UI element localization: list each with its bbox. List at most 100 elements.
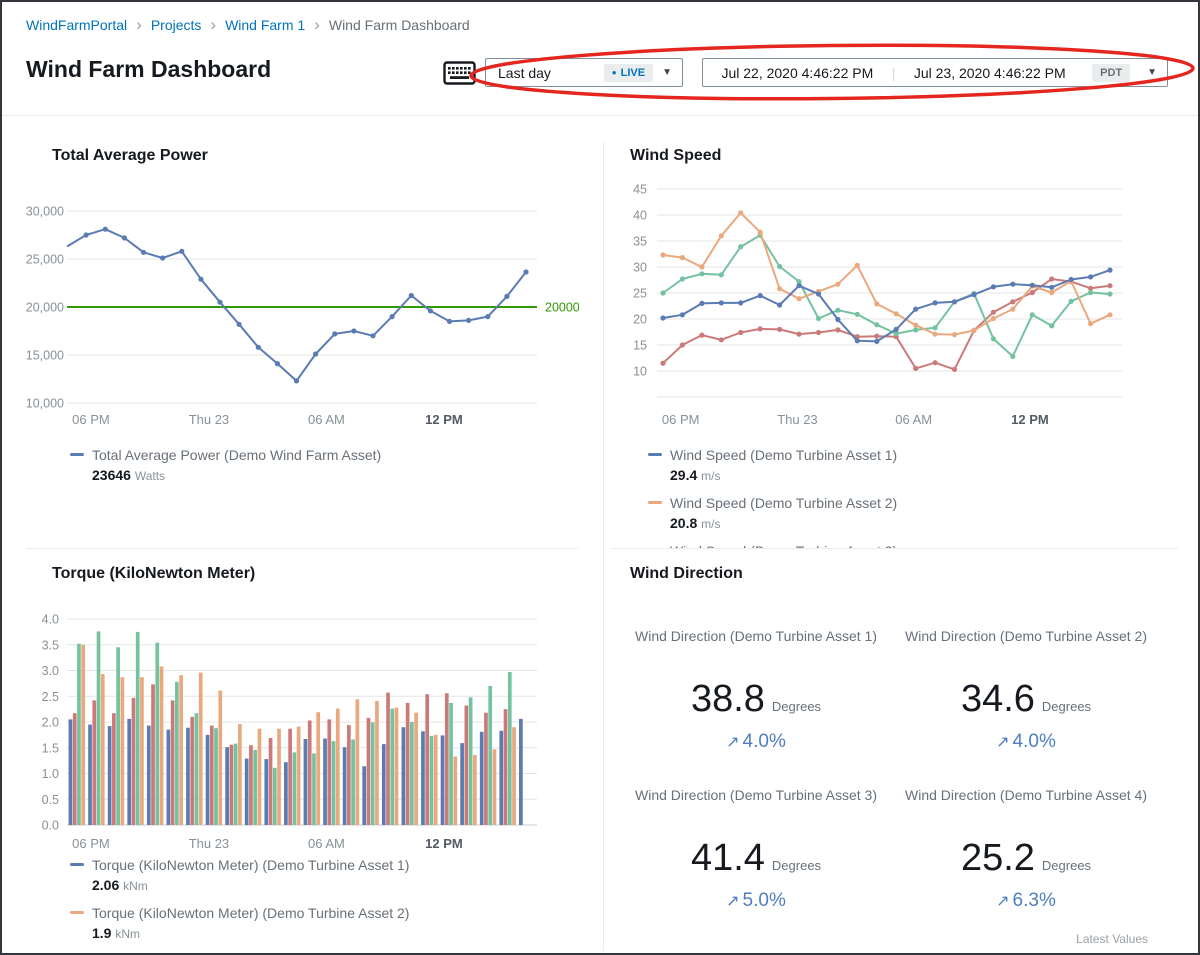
svg-text:15,000: 15,000 bbox=[26, 349, 64, 363]
svg-text:30: 30 bbox=[633, 261, 647, 275]
legend-unit: m/s bbox=[701, 469, 720, 483]
svg-text:20000: 20000 bbox=[545, 301, 579, 315]
legend-label: Wind Speed (Demo Turbine Asset 3) bbox=[670, 541, 897, 548]
timezone-badge: PDT bbox=[1092, 64, 1130, 82]
panel-total-average-power: Total Average Power 10,00015,00020,00025… bbox=[26, 115, 579, 548]
svg-text:0.0: 0.0 bbox=[42, 819, 59, 833]
series-color-dash bbox=[648, 501, 662, 504]
breadcrumb-current: Wind Farm Dashboard bbox=[329, 17, 470, 33]
live-dot-icon: ● bbox=[612, 68, 617, 77]
kpi-unit: Degrees bbox=[772, 699, 821, 714]
panel-torque: Torque (KiloNewton Meter) 0.00.51.01.52.… bbox=[26, 549, 579, 955]
trend-up-icon: ↗ bbox=[726, 734, 739, 751]
legend-item: Torque (KiloNewton Meter) (Demo Turbine … bbox=[70, 951, 569, 955]
svg-text:3.0: 3.0 bbox=[42, 664, 59, 678]
svg-text:35: 35 bbox=[633, 235, 647, 249]
svg-text:2.5: 2.5 bbox=[42, 690, 59, 704]
latest-values-label: Latest Values bbox=[1076, 932, 1148, 946]
legend-item: Torque (KiloNewton Meter) (Demo Turbine … bbox=[70, 855, 569, 896]
kpi-trend: ↗4.0% bbox=[896, 731, 1156, 753]
legend-value: 1.9 bbox=[92, 925, 111, 941]
svg-text:25: 25 bbox=[633, 287, 647, 301]
svg-text:06 AM: 06 AM bbox=[895, 412, 932, 427]
chevron-down-icon: ▼ bbox=[662, 67, 672, 78]
series-color-dash bbox=[70, 863, 84, 866]
svg-text:25,000: 25,000 bbox=[26, 253, 64, 267]
kpi-cell: Wind Direction (Demo Turbine Asset 3) 41… bbox=[626, 786, 886, 912]
svg-text:Thu 23: Thu 23 bbox=[189, 412, 229, 427]
svg-text:06 PM: 06 PM bbox=[72, 836, 110, 851]
legend-label: Torque (KiloNewton Meter) (Demo Turbine … bbox=[92, 903, 409, 923]
svg-text:1.0: 1.0 bbox=[42, 767, 59, 781]
svg-text:1.5: 1.5 bbox=[42, 741, 59, 755]
legend-label: Torque (KiloNewton Meter) (Demo Turbine … bbox=[92, 951, 409, 955]
svg-text:0.5: 0.5 bbox=[42, 793, 59, 807]
svg-text:20: 20 bbox=[633, 313, 647, 327]
svg-text:12 PM: 12 PM bbox=[1011, 412, 1049, 427]
kpi-label: Wind Direction (Demo Turbine Asset 4) bbox=[900, 786, 1152, 824]
svg-text:40: 40 bbox=[633, 209, 647, 223]
legend-unit: kNm bbox=[115, 927, 140, 941]
legend-label: Wind Speed (Demo Turbine Asset 2) bbox=[670, 493, 897, 513]
series-color-dash bbox=[70, 911, 84, 914]
legend-value: 29.4 bbox=[670, 467, 697, 483]
kpi-trend: ↗6.3% bbox=[896, 890, 1156, 912]
svg-text:Thu 23: Thu 23 bbox=[189, 836, 229, 851]
kpi-label: Wind Direction (Demo Turbine Asset 1) bbox=[630, 627, 882, 665]
chevron-down-icon: ▼ bbox=[1147, 67, 1157, 78]
kpi-label: Wind Direction (Demo Turbine Asset 3) bbox=[630, 786, 882, 824]
kpi-value: 25.2 bbox=[961, 838, 1035, 878]
svg-text:12 PM: 12 PM bbox=[425, 412, 463, 427]
breadcrumb-separator-icon: › bbox=[136, 18, 142, 32]
svg-text:30,000: 30,000 bbox=[26, 205, 64, 219]
svg-text:12 PM: 12 PM bbox=[425, 836, 463, 851]
trend-up-icon: ↗ bbox=[996, 893, 1009, 910]
date-range-picker[interactable]: Jul 22, 2020 4:46:22 PM | Jul 23, 2020 4… bbox=[702, 58, 1168, 87]
breadcrumb-separator-icon: › bbox=[210, 18, 216, 32]
date-range-start[interactable]: Jul 22, 2020 4:46:22 PM bbox=[703, 65, 892, 81]
kpi-trend: ↗4.0% bbox=[626, 731, 886, 753]
svg-text:20,000: 20,000 bbox=[26, 301, 64, 315]
date-range-end[interactable]: Jul 23, 2020 4:46:22 PM bbox=[895, 65, 1084, 81]
svg-text:06 PM: 06 PM bbox=[662, 412, 700, 427]
legend-unit: m/s bbox=[701, 517, 720, 531]
kpi-cell: Wind Direction (Demo Turbine Asset 1) 38… bbox=[626, 627, 886, 753]
kpi-grid: Wind Direction (Demo Turbine Asset 1) 38… bbox=[604, 627, 1178, 912]
breadcrumb-link-wind-farm-1[interactable]: Wind Farm 1 bbox=[225, 17, 305, 33]
svg-text:06 AM: 06 AM bbox=[308, 836, 345, 851]
svg-text:45: 45 bbox=[633, 183, 647, 197]
trend-up-icon: ↗ bbox=[726, 893, 739, 910]
breadcrumb: WindFarmPortal › Projects › Wind Farm 1 … bbox=[26, 17, 470, 33]
trend-up-icon: ↗ bbox=[996, 734, 1009, 751]
kpi-trend: ↗5.0% bbox=[626, 890, 886, 912]
legend-item: Wind Speed (Demo Turbine Asset 2) 20.8 m… bbox=[648, 493, 1168, 534]
svg-text:Thu 23: Thu 23 bbox=[777, 412, 817, 427]
page-title: Wind Farm Dashboard bbox=[26, 56, 271, 83]
svg-text:4.0: 4.0 bbox=[42, 613, 59, 627]
kpi-unit: Degrees bbox=[1042, 699, 1091, 714]
kpi-unit: Degrees bbox=[1042, 858, 1091, 873]
legend-label: Torque (KiloNewton Meter) (Demo Turbine … bbox=[92, 855, 409, 875]
kpi-cell: Wind Direction (Demo Turbine Asset 4) 25… bbox=[896, 786, 1156, 912]
live-badge: ●LIVE bbox=[604, 64, 653, 82]
svg-text:3.5: 3.5 bbox=[42, 638, 59, 652]
keyboard-icon[interactable] bbox=[443, 59, 476, 87]
breadcrumb-link-portal[interactable]: WindFarmPortal bbox=[26, 17, 127, 33]
kpi-unit: Degrees bbox=[772, 858, 821, 873]
series-color-dash bbox=[70, 453, 84, 456]
time-range-value: Last day bbox=[498, 65, 551, 81]
legend-label: Total Average Power (Demo Wind Farm Asse… bbox=[92, 445, 381, 465]
breadcrumb-link-projects[interactable]: Projects bbox=[151, 17, 202, 33]
legend-value: 2.06 bbox=[92, 877, 119, 893]
legend-item: Wind Speed (Demo Turbine Asset 1) 29.4 m… bbox=[648, 445, 1168, 486]
legend-unit: Watts bbox=[135, 469, 165, 483]
kpi-cell: Wind Direction (Demo Turbine Asset 2) 34… bbox=[896, 627, 1156, 753]
breadcrumb-separator-icon: › bbox=[314, 18, 320, 32]
kpi-label: Wind Direction (Demo Turbine Asset 2) bbox=[900, 627, 1152, 665]
svg-text:06 PM: 06 PM bbox=[72, 412, 110, 427]
svg-text:10: 10 bbox=[633, 365, 647, 379]
time-range-select[interactable]: Last day ●LIVE ▼ bbox=[485, 58, 683, 87]
panel-wind-direction: Wind Direction Wind Direction (Demo Turb… bbox=[604, 549, 1178, 955]
svg-text:10,000: 10,000 bbox=[26, 397, 64, 411]
legend-item: Wind Speed (Demo Turbine Asset 3) bbox=[648, 541, 1168, 548]
